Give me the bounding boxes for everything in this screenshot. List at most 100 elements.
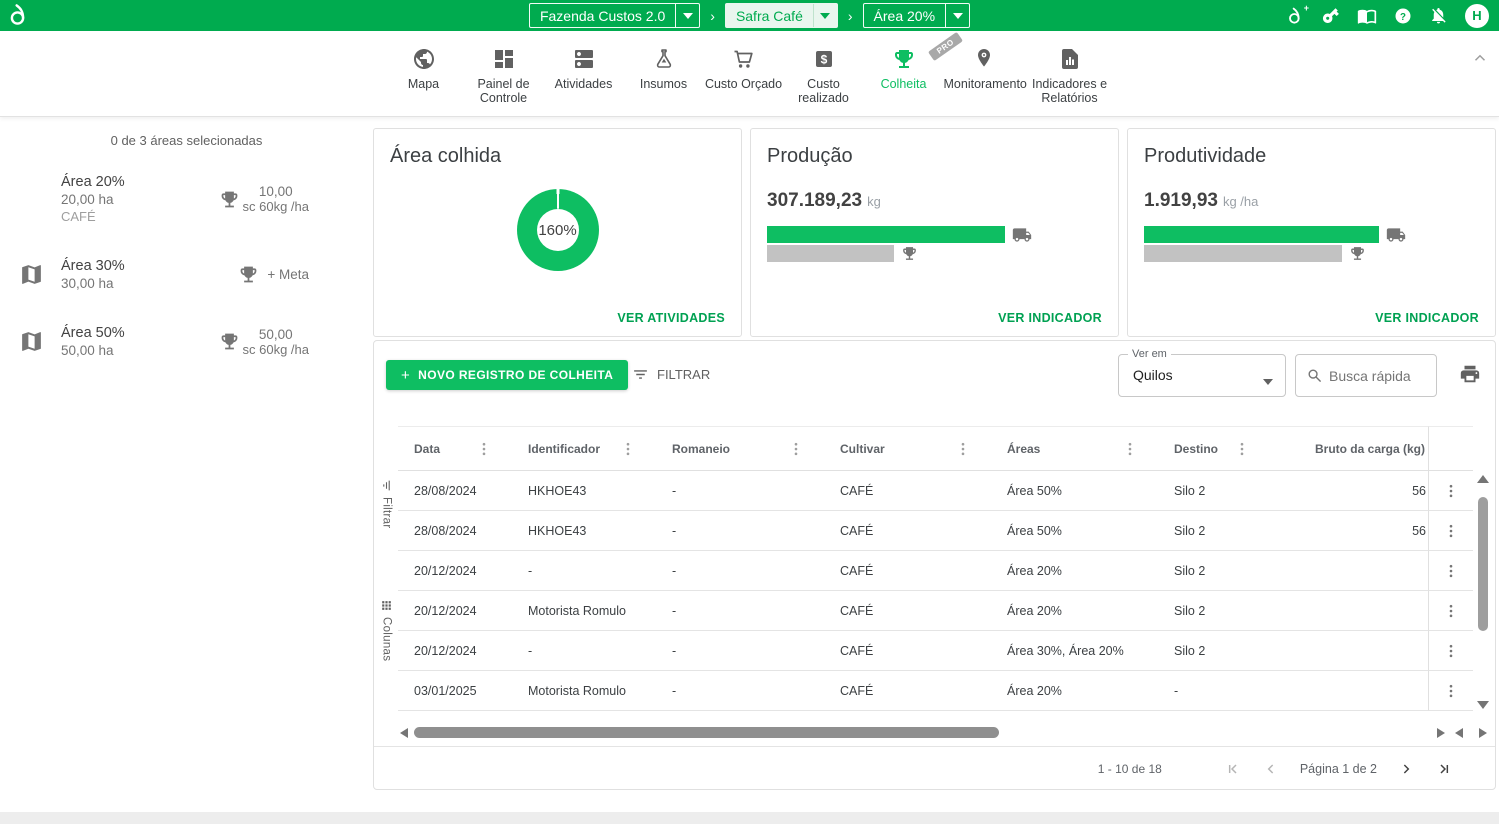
breadcrumb-separator: › — [848, 8, 853, 24]
area-size: 20,00 ha — [61, 192, 125, 207]
farm-name: Fazenda Custos 2.0 — [530, 8, 675, 24]
area-item-20[interactable]: Área 20% 20,00 ha CAFÉ 10,00 sc 60kg /ha — [0, 174, 373, 224]
book-icon[interactable] — [1357, 6, 1377, 26]
area-item-50[interactable]: Área 50% 50,00 ha 50,00 sc 60kg /ha — [0, 325, 373, 358]
table-row[interactable]: 20/12/2024--CAFÉÁrea 20%Silo 2 — [398, 551, 1428, 591]
column-menu-icon[interactable] — [482, 442, 486, 456]
horizontal-scrollbar-thumb[interactable] — [414, 727, 999, 738]
help-icon[interactable] — [1394, 7, 1412, 25]
row-menu-button[interactable] — [1428, 511, 1473, 551]
search-input[interactable] — [1329, 368, 1426, 384]
last-page-button[interactable] — [1436, 761, 1452, 777]
productivity-value: 1.919,93 — [1144, 190, 1218, 211]
table-body: 28/08/2024HKHOE43-CAFÉÁrea 50%Silo 256 2… — [398, 471, 1428, 711]
row-menu-button[interactable] — [1428, 551, 1473, 591]
truck-icon — [1012, 225, 1032, 245]
trophy-icon — [219, 331, 240, 352]
nav-item-atividades[interactable]: Atividades — [544, 43, 624, 106]
area-name: Área 50% — [61, 325, 125, 341]
print-button[interactable] — [1459, 363, 1481, 390]
unit-select-label: Ver em — [1128, 348, 1171, 360]
avatar[interactable]: H — [1465, 4, 1489, 28]
row-actions-column — [1428, 471, 1473, 711]
nav-item-painel-de-controle[interactable]: Painel de Controle — [464, 43, 544, 106]
column-menu-icon[interactable] — [1128, 442, 1132, 456]
rail-tab-filtrar[interactable]: Filtrar — [376, 479, 397, 529]
referral-icon[interactable]: + — [1287, 6, 1304, 26]
filter-button[interactable]: FILTRAR — [632, 366, 710, 383]
chevron-down-icon[interactable] — [813, 4, 837, 27]
area-goal[interactable]: 10,00 sc 60kg /ha — [219, 184, 310, 214]
column-header-identificador: Identificador — [512, 427, 656, 470]
notifications-off-icon[interactable] — [1429, 6, 1448, 25]
area-goal[interactable]: 50,00 sc 60kg /ha — [219, 327, 310, 357]
table-header: Data Identificador Romaneio Cultivar Áre… — [398, 426, 1428, 471]
ver-indicador-link[interactable]: VER INDICADOR — [1375, 311, 1479, 325]
collapse-navbar-chevron-up-icon[interactable] — [1471, 49, 1489, 72]
areas-sidebar: 0 de 3 áreas selecionadas Área 20% 20,00… — [0, 117, 373, 812]
harvest-records-card: + NOVO REGISTRO DE COLHEITA FILTRAR Ver … — [373, 340, 1496, 790]
vertical-scrollbar — [1475, 473, 1491, 711]
chevron-down-icon — [1263, 372, 1273, 390]
column-menu-icon[interactable] — [626, 442, 630, 456]
first-page-button[interactable] — [1225, 761, 1241, 777]
table-row[interactable]: 03/01/2025Motorista Romulo-CAFÉÁrea 20%- — [398, 671, 1428, 711]
area-item-30[interactable]: Área 30% 30,00 ha + Meta — [0, 258, 373, 291]
nav-item-custo-orcado[interactable]: Custo Orçado — [704, 43, 784, 106]
chevron-down-icon[interactable] — [675, 4, 699, 27]
rail-tab-colunas[interactable]: Colunas — [376, 599, 397, 661]
breadcrumb-separator: › — [710, 8, 715, 24]
column-menu-icon[interactable] — [1240, 442, 1244, 456]
row-menu-button[interactable] — [1428, 471, 1473, 511]
pinned-scroll-left-arrow[interactable] — [1455, 728, 1463, 738]
topbar-actions: + H — [1287, 0, 1489, 31]
ver-atividades-link[interactable]: VER ATIVIDADES — [617, 311, 725, 325]
new-harvest-record-button[interactable]: + NOVO REGISTRO DE COLHEITA — [386, 360, 628, 390]
scroll-right-arrow[interactable] — [1437, 728, 1445, 738]
column-menu-icon[interactable] — [794, 442, 798, 456]
row-menu-button[interactable] — [1428, 591, 1473, 631]
add-goal-button[interactable]: + Meta — [238, 264, 309, 285]
nav-item-mapa[interactable]: Mapa — [384, 43, 464, 106]
season-name: Safra Café — [726, 8, 813, 24]
goal-value: 10,00 — [243, 184, 310, 199]
actions-column-header — [1428, 426, 1473, 471]
table-row[interactable]: 20/12/2024--CAFÉÁrea 30%, Área 20%Silo 2 — [398, 631, 1428, 671]
horizontal-scrollbar — [400, 725, 1487, 740]
scroll-left-arrow[interactable] — [400, 728, 408, 738]
pagination-range: 1 - 10 de 18 — [1098, 762, 1162, 776]
unit-select[interactable]: Ver em Quilos — [1118, 354, 1286, 397]
next-page-button[interactable] — [1398, 761, 1414, 777]
scroll-up-arrow[interactable] — [1477, 475, 1489, 483]
area-name: Área 20% — [61, 174, 125, 190]
row-menu-button[interactable] — [1428, 631, 1473, 671]
table-row[interactable]: 28/08/2024HKHOE43-CAFÉÁrea 50%Silo 256 — [398, 511, 1428, 551]
bottom-strip — [0, 812, 1499, 824]
map-icon — [18, 262, 44, 287]
dashboard-icon — [464, 43, 544, 71]
breadcrumb-area-select[interactable]: Área 20% — [863, 3, 970, 28]
production-value: 307.189,23 — [767, 190, 862, 211]
previous-page-button[interactable] — [1263, 761, 1279, 777]
globe-icon — [384, 43, 464, 71]
pinned-scroll-right-arrow[interactable] — [1479, 728, 1487, 738]
key-icon[interactable] — [1321, 6, 1340, 25]
nav-item-insumos[interactable]: Insumos — [624, 43, 704, 106]
vertical-scrollbar-thumb[interactable] — [1478, 497, 1488, 631]
chevron-down-icon[interactable] — [945, 4, 969, 27]
areas-selection-summary: 0 de 3 áreas selecionadas — [0, 133, 373, 148]
donut-percent: 160% — [517, 189, 599, 271]
nav-item-monitoramento[interactable]: PRO Monitoramento — [944, 43, 1024, 106]
breadcrumb-farm-select[interactable]: Fazenda Custos 2.0 — [529, 3, 700, 28]
ver-indicador-link[interactable]: VER INDICADOR — [998, 311, 1102, 325]
breadcrumb-season-select[interactable]: Safra Café — [725, 3, 838, 28]
column-menu-icon[interactable] — [961, 442, 965, 456]
search-icon — [1306, 367, 1323, 384]
scroll-down-arrow[interactable] — [1477, 701, 1489, 709]
nav-item-indicadores-relatorios[interactable]: Indicadores e Relatórios — [1024, 43, 1116, 106]
nav-item-custo-realizado[interactable]: Custo realizado — [784, 43, 864, 106]
card-producao: Produção 307.189,23kg VER INDICADOR — [750, 128, 1119, 337]
row-menu-button[interactable] — [1428, 671, 1473, 711]
table-row[interactable]: 28/08/2024HKHOE43-CAFÉÁrea 50%Silo 256 — [398, 471, 1428, 511]
table-row[interactable]: 20/12/2024Motorista Romulo-CAFÉÁrea 20%S… — [398, 591, 1428, 631]
